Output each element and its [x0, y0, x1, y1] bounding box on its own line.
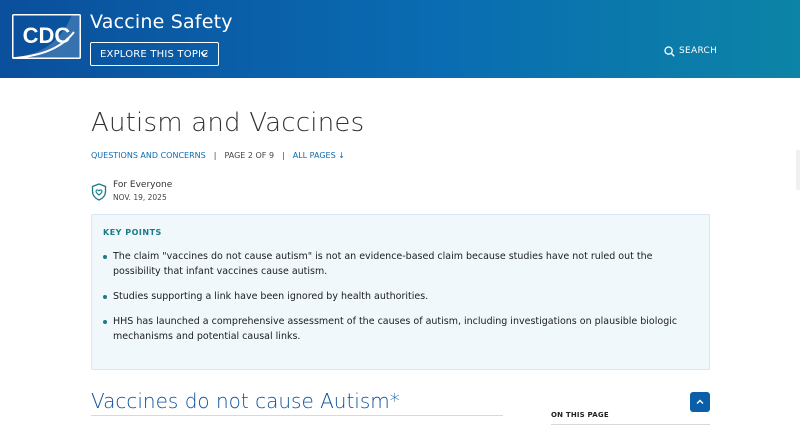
breadcrumb: QUESTIONS AND CONCERNS | PAGE 2 OF 9 | A… [91, 151, 345, 160]
breadcrumb-link[interactable]: QUESTIONS AND CONCERNS [91, 151, 206, 160]
search-label: SEARCH [679, 46, 718, 56]
shield-heart-icon [91, 183, 107, 201]
key-points-title: KEY POINTS [103, 228, 162, 237]
logo-text: CDC [23, 23, 71, 48]
chevron-up-icon [696, 399, 704, 404]
page-indicator: PAGE 2 OF 9 [224, 151, 275, 160]
list-item: Studies supporting a link have been igno… [103, 289, 703, 304]
divider: | [282, 151, 285, 160]
divider: | [213, 151, 217, 160]
key-points-box: KEY POINTS The claim "vaccines do not ca… [91, 214, 710, 370]
divider [91, 415, 503, 416]
list-item: The claim "vaccines do not cause autism"… [103, 249, 703, 279]
on-this-page-heading: ON THIS PAGE [551, 411, 609, 419]
explore-topic-label: EXPLORE THIS TOPIC [100, 48, 209, 60]
search-button[interactable]: SEARCH [664, 44, 717, 58]
chevron-down-icon [200, 52, 208, 57]
back-to-top-button[interactable] [690, 392, 710, 412]
list-item: HHS has launched a comprehensive assessm… [103, 314, 703, 344]
divider [551, 424, 710, 425]
search-icon [664, 45, 675, 57]
page-title: Autism and Vaccines [91, 108, 365, 138]
site-header: CDC Vaccine Safety EXPLORE THIS TOPIC SE… [0, 0, 800, 78]
cdc-logo[interactable]: CDC [12, 14, 81, 59]
audience-label: For Everyone [113, 180, 173, 190]
key-points-list: The claim "vaccines do not cause autism"… [103, 249, 703, 354]
all-pages-link[interactable]: ALL PAGES ↓ [293, 151, 345, 160]
site-title[interactable]: Vaccine Safety [90, 11, 233, 33]
feedback-tab[interactable] [796, 150, 800, 190]
section-title: Vaccines do not cause Autism* [91, 389, 400, 413]
publish-date: NOV. 19, 2025 [113, 193, 167, 202]
explore-topic-button[interactable]: EXPLORE THIS TOPIC [90, 42, 219, 66]
